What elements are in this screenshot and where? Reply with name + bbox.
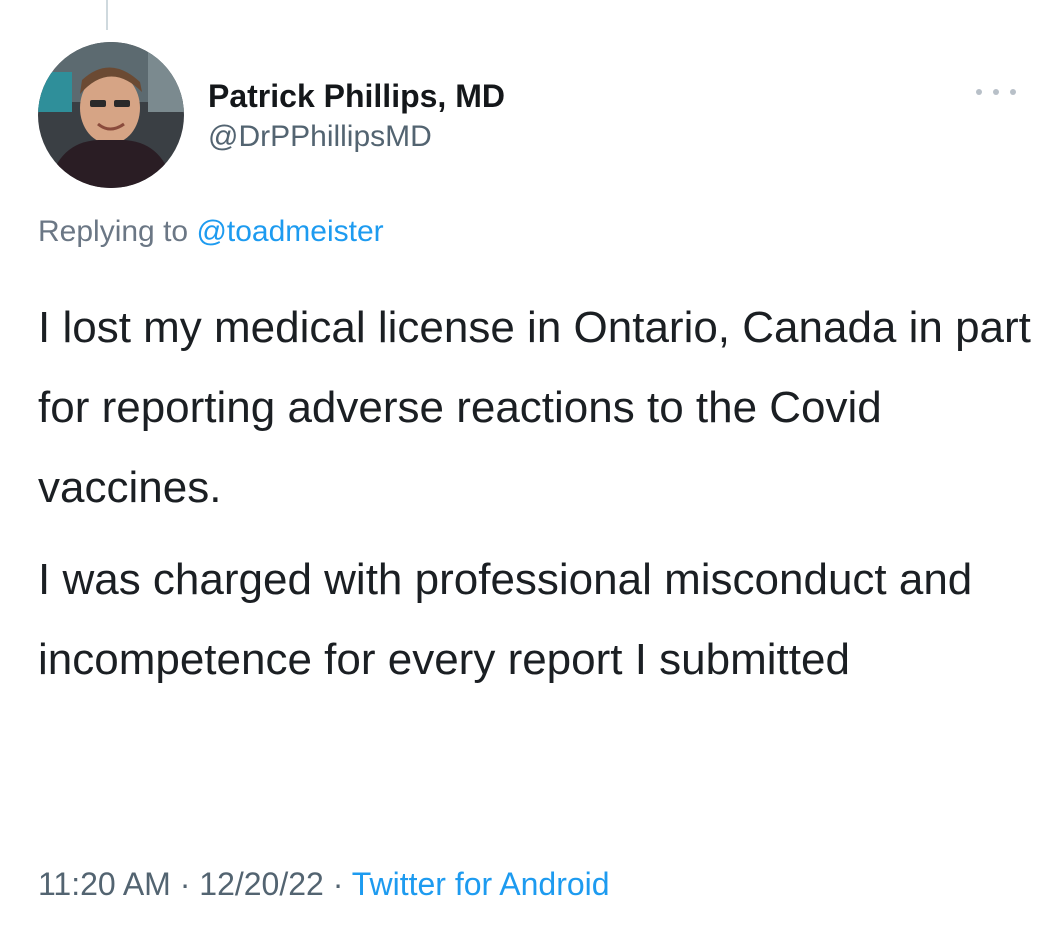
replying-to-line: Replying to @toadmeister	[38, 212, 384, 252]
more-dot	[993, 89, 999, 95]
tweet-body: I lost my medical license in Ontario, Ca…	[38, 288, 1038, 700]
thread-connector-line	[106, 0, 108, 30]
meta-separator: ·	[332, 866, 344, 902]
author-handle[interactable]: @DrPPhillipsMD	[208, 118, 505, 156]
author-display-name[interactable]: Patrick Phillips, MD	[208, 76, 505, 116]
author-block: Patrick Phillips, MD @DrPPhillipsMD	[208, 76, 505, 156]
meta-separator: ·	[179, 866, 191, 902]
more-dot	[976, 89, 982, 95]
tweet-time[interactable]: 11:20 AM	[38, 866, 171, 902]
tweet-paragraph-1: I lost my medical license in Ontario, Ca…	[38, 303, 1031, 512]
tweet-date[interactable]: 12/20/22	[199, 866, 324, 902]
avatar[interactable]	[38, 42, 184, 188]
tweet-meta: 11:20 AM · 12/20/22 · Twitter for Androi…	[38, 862, 610, 906]
reply-mention-link[interactable]: @toadmeister	[196, 215, 383, 248]
tweet-source-link[interactable]: Twitter for Android	[352, 866, 610, 902]
replying-to-label: Replying to	[38, 215, 189, 248]
tweet-paragraph-2: I was charged with professional miscondu…	[38, 555, 973, 684]
tweet-header: Patrick Phillips, MD @DrPPhillipsMD	[38, 42, 1026, 192]
more-options-icon[interactable]	[976, 82, 1016, 102]
more-dot	[1010, 89, 1016, 95]
avatar-image	[38, 42, 184, 188]
